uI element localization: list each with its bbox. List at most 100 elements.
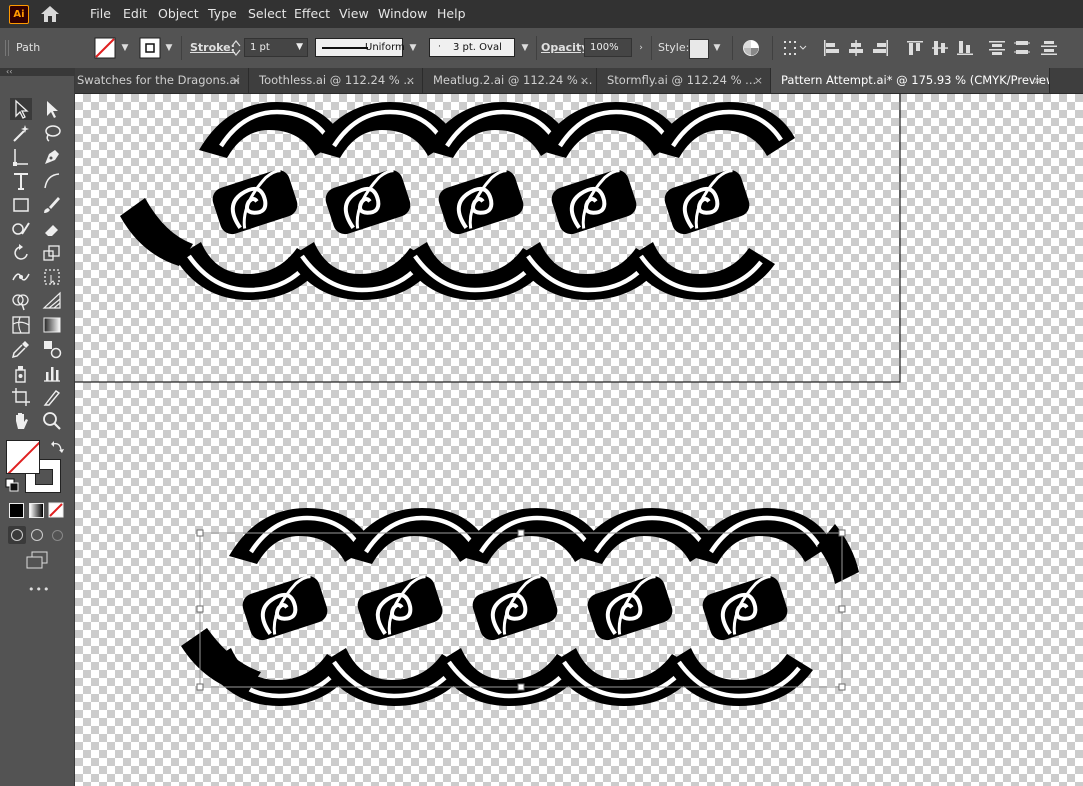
edit-toolbar-more-icon[interactable]: •••: [28, 583, 50, 596]
perspective-grid-tool-icon[interactable]: [41, 290, 63, 312]
align-horizontal-center-icon[interactable]: [847, 39, 865, 57]
shaper-tool-icon[interactable]: [10, 218, 32, 240]
scale-tool-icon[interactable]: [41, 242, 63, 264]
free-transform-tool-icon[interactable]: [41, 266, 63, 288]
swap-fill-stroke-icon[interactable]: [50, 440, 64, 454]
screen-mode-icon[interactable]: [25, 551, 49, 569]
bbox-handle-top-center[interactable]: [517, 529, 525, 537]
bbox-handle-top-left[interactable]: [196, 529, 204, 537]
tab-close-icon[interactable]: ×: [1033, 68, 1042, 93]
stroke-swatch[interactable]: [139, 37, 161, 59]
tab-close-icon[interactable]: ×: [406, 68, 415, 93]
tab-label: Toothless.ai @ 112.24 % ...: [259, 73, 415, 87]
tab-pattern-attempt[interactable]: Pattern Attempt.ai* @ 175.93 % (CMYK/Pre…: [771, 68, 1050, 93]
slice-tool-icon[interactable]: [41, 386, 63, 408]
bbox-handle-bottom-left[interactable]: [196, 683, 204, 691]
pen-tool-icon[interactable]: [41, 146, 63, 168]
lasso-tool-icon[interactable]: [41, 122, 63, 144]
shape-builder-tool-icon[interactable]: [10, 290, 32, 312]
bbox-handle-middle-left[interactable]: [196, 605, 204, 613]
column-graph-tool-icon[interactable]: [41, 362, 63, 384]
graphic-style-dropdown[interactable]: ▼: [710, 39, 724, 57]
canvas[interactable]: [75, 94, 1083, 786]
width-tool-icon[interactable]: [10, 266, 32, 288]
fill-color-box[interactable]: [6, 440, 40, 474]
rotate-tool-icon[interactable]: [10, 242, 32, 264]
brush-select[interactable]: · 3 pt. Oval: [429, 38, 515, 57]
tab-close-icon[interactable]: ×: [580, 68, 589, 93]
distribute-top-icon[interactable]: [988, 39, 1006, 57]
draw-inside-icon[interactable]: [48, 526, 66, 544]
align-right-icon[interactable]: [872, 39, 890, 57]
rectangle-tool-icon[interactable]: [10, 194, 32, 216]
menu-view[interactable]: View: [339, 0, 369, 28]
default-fill-stroke-icon[interactable]: [5, 478, 19, 492]
zoom-tool-icon[interactable]: [41, 410, 63, 432]
opacity-dropdown[interactable]: ›: [634, 39, 648, 57]
gradient-tool-icon[interactable]: [41, 314, 63, 336]
mesh-tool-icon[interactable]: [10, 314, 32, 336]
menu-file[interactable]: File: [90, 0, 111, 28]
bbox-handle-bottom-center[interactable]: [517, 683, 525, 691]
hand-tool-icon[interactable]: [10, 410, 32, 432]
fill-dropdown[interactable]: ▼: [118, 39, 132, 57]
recolor-artwork-icon[interactable]: [742, 39, 760, 57]
stroke-label[interactable]: Stroke:: [190, 41, 235, 54]
grip-icon: [5, 40, 9, 56]
symbol-sprayer-tool-icon[interactable]: [10, 362, 32, 384]
tab-toothless[interactable]: Toothless.ai @ 112.24 % ... ×: [249, 68, 423, 93]
align-to-selection-icon[interactable]: [783, 39, 809, 57]
gradient-mode-button[interactable]: [29, 503, 44, 518]
menu-window[interactable]: Window: [378, 0, 427, 28]
stroke-profile-select[interactable]: Uniform: [315, 38, 405, 57]
draw-normal-icon[interactable]: [8, 526, 26, 544]
blend-tool-icon[interactable]: [41, 338, 63, 360]
stroke-color-dropdown[interactable]: ▼: [162, 39, 176, 57]
bbox-handle-middle-right[interactable]: [838, 605, 846, 613]
align-top-icon[interactable]: [906, 39, 924, 57]
tab-stormfly[interactable]: Stormfly.ai @ 112.24 % ... ×: [597, 68, 771, 93]
magic-wand-tool-icon[interactable]: [10, 122, 32, 144]
tab-close-icon[interactable]: ×: [232, 68, 241, 93]
menu-effect[interactable]: Effect: [294, 0, 330, 28]
brush-dropdown[interactable]: ▼: [518, 39, 532, 57]
tab-meatlug[interactable]: Meatlug.2.ai @ 112.24 % ... ×: [423, 68, 597, 93]
graphic-style-swatch[interactable]: [689, 39, 709, 59]
stroke-weight-field[interactable]: 1 pt ▼: [244, 38, 308, 57]
color-mode-button[interactable]: [9, 503, 24, 518]
eraser-tool-icon[interactable]: [41, 218, 63, 240]
bbox-handle-top-right[interactable]: [838, 529, 846, 537]
direct-selection-tool-icon[interactable]: [41, 98, 63, 120]
opacity-field[interactable]: 100%: [584, 38, 632, 57]
menu-help[interactable]: Help: [437, 0, 466, 28]
distribute-bottom-icon[interactable]: [1040, 39, 1058, 57]
menu-object[interactable]: Object: [158, 0, 199, 28]
menu-select[interactable]: Select: [248, 0, 287, 28]
type-tool-icon[interactable]: [10, 170, 32, 192]
celtic-braid-artwork-top[interactable]: [120, 102, 795, 300]
celtic-braid-artwork-bottom[interactable]: [181, 508, 859, 706]
artboard-tool-icon[interactable]: [10, 386, 32, 408]
draw-behind-icon[interactable]: [28, 526, 46, 544]
fill-none-swatch[interactable]: [94, 37, 116, 59]
align-bottom-icon[interactable]: [956, 39, 974, 57]
anchor-point-tool-icon[interactable]: [10, 146, 32, 168]
align-vertical-center-icon[interactable]: [931, 39, 949, 57]
stroke-profile-dropdown[interactable]: ▼: [406, 39, 420, 57]
tab-swatches-for-the-dragons[interactable]: Swatches for the Dragons.ai ×: [75, 68, 249, 93]
tab-label: Meatlug.2.ai @ 112.24 % ...: [433, 73, 593, 87]
tab-close-icon[interactable]: ×: [754, 68, 763, 93]
eyedropper-tool-icon[interactable]: [10, 338, 32, 360]
none-mode-button[interactable]: [48, 502, 64, 518]
align-left-icon[interactable]: [822, 39, 840, 57]
menu-type[interactable]: Type: [208, 0, 237, 28]
home-icon[interactable]: [38, 4, 62, 24]
distribute-vertical-center-icon[interactable]: [1013, 39, 1031, 57]
stroke-stepper-icon[interactable]: [230, 39, 242, 57]
menu-edit[interactable]: Edit: [123, 0, 147, 28]
line-segment-tool-icon[interactable]: [41, 170, 63, 192]
bbox-handle-bottom-right[interactable]: [838, 683, 846, 691]
paintbrush-tool-icon[interactable]: [41, 194, 63, 216]
selection-tool-icon[interactable]: [10, 98, 32, 120]
toolbar-collapse-button[interactable]: ‹‹: [0, 68, 75, 76]
